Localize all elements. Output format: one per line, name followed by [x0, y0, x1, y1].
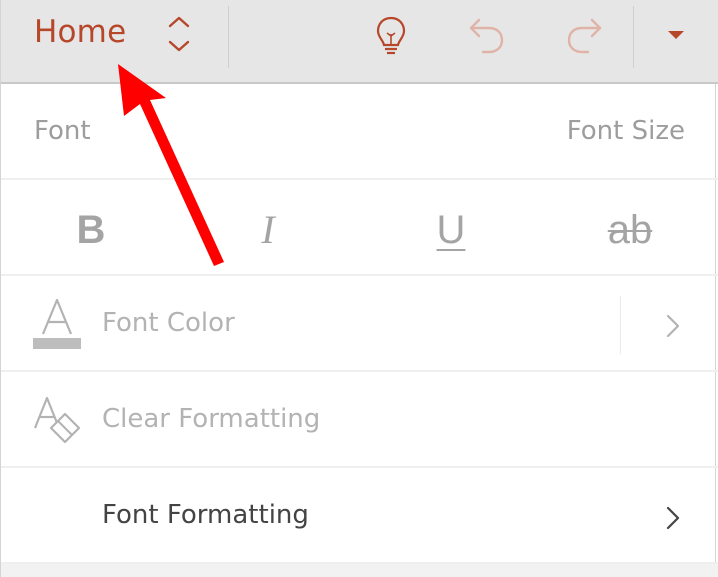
- font-color-label: Font Color: [102, 308, 235, 338]
- toolbar-divider: [633, 6, 634, 68]
- font-picker[interactable]: Font: [34, 116, 91, 146]
- tab-home[interactable]: Home: [34, 14, 126, 50]
- clear-formatting-row[interactable]: Clear Formatting: [1, 372, 718, 468]
- font-formatting-row[interactable]: Font Formatting: [1, 468, 718, 564]
- font-size-picker[interactable]: Font Size: [567, 116, 685, 146]
- caret-down-icon[interactable]: [665, 28, 687, 42]
- chevron-right-icon[interactable]: [664, 312, 682, 340]
- row-divider: [620, 296, 621, 354]
- ribbon-panel: Home Font Font Size B I U ab Font Color …: [0, 0, 718, 577]
- undo-icon[interactable]: [467, 14, 507, 58]
- clear-formatting-icon: [33, 396, 81, 444]
- font-color-row[interactable]: Font Color: [1, 276, 718, 372]
- italic-button[interactable]: I: [233, 204, 303, 256]
- text-style-row: B I U ab: [1, 180, 718, 276]
- lightbulb-icon[interactable]: [371, 14, 411, 58]
- toolbar-divider: [228, 6, 229, 68]
- ribbon-toolbar: Home: [1, 0, 718, 84]
- panel-footer: [1, 564, 718, 577]
- clear-formatting-label: Clear Formatting: [102, 404, 321, 434]
- font-row: Font Font Size: [1, 84, 718, 180]
- redo-icon[interactable]: [564, 14, 604, 58]
- chevron-up-down-icon[interactable]: [165, 14, 193, 54]
- strikethrough-button[interactable]: ab: [595, 204, 665, 256]
- font-color-icon: [33, 298, 81, 349]
- chevron-right-icon[interactable]: [664, 504, 682, 532]
- bold-button[interactable]: B: [56, 204, 126, 256]
- font-formatting-label: Font Formatting: [102, 500, 309, 530]
- underline-button[interactable]: U: [416, 204, 486, 256]
